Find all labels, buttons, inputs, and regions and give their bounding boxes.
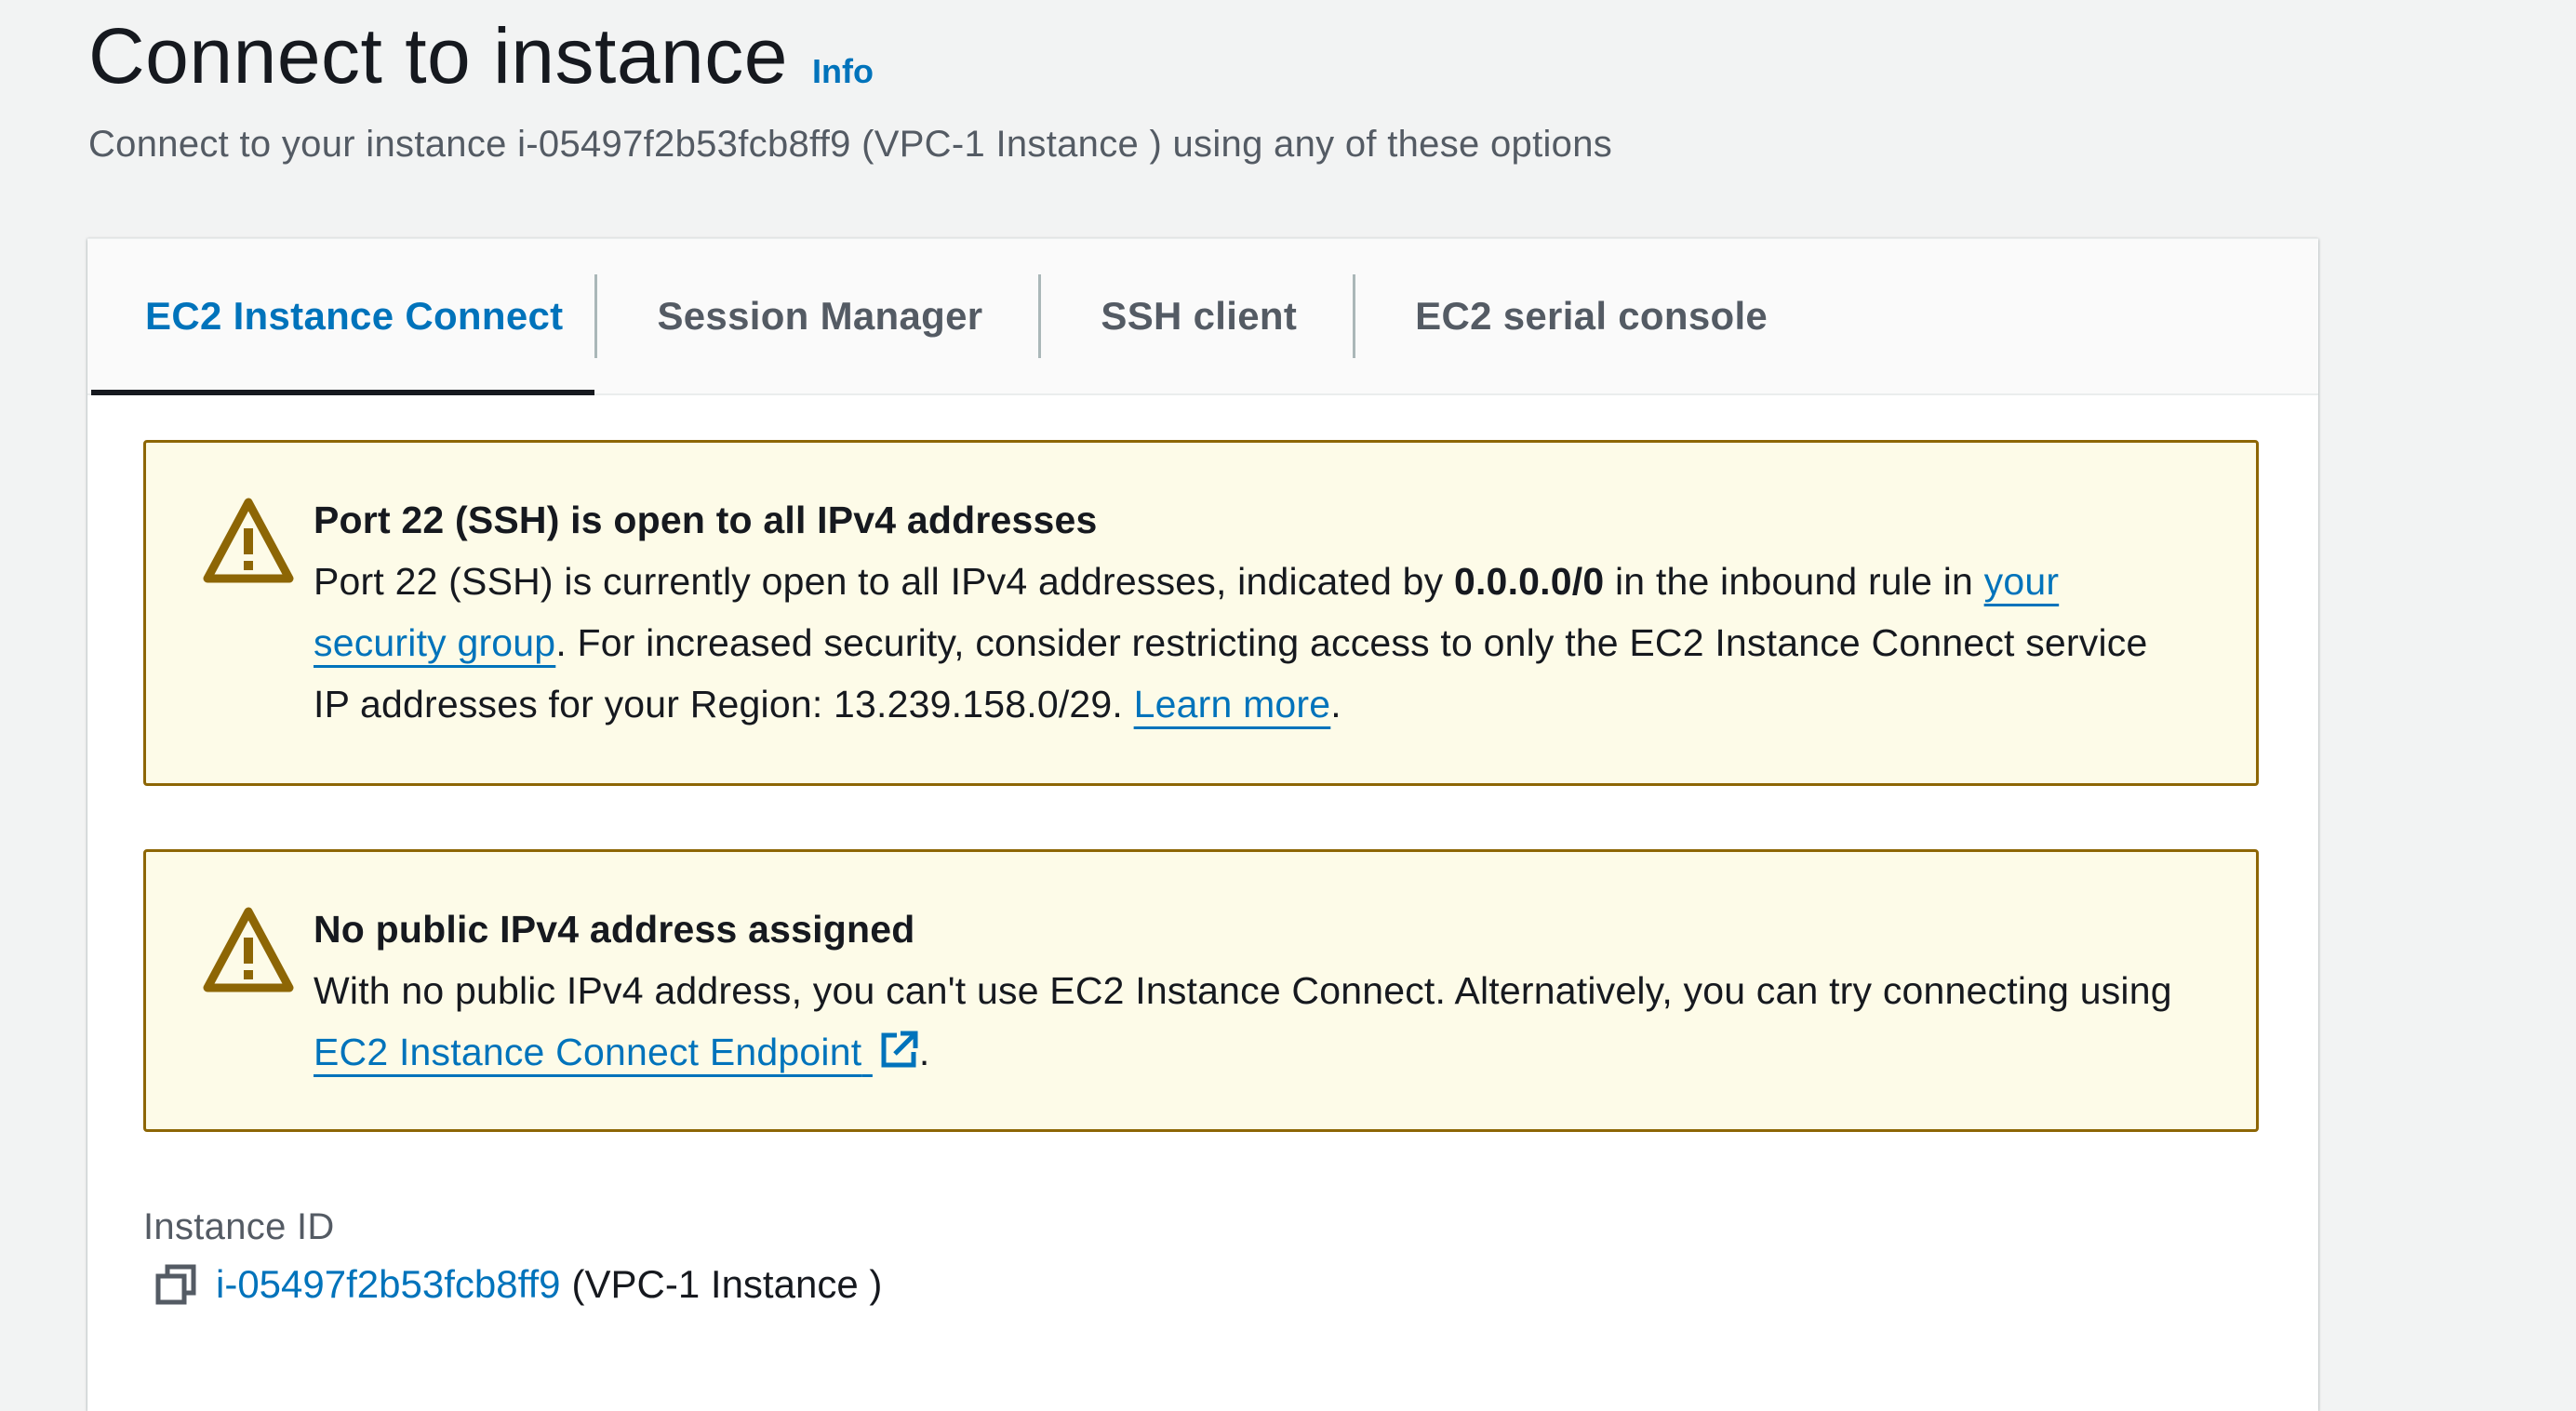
learn-more-link[interactable]: Learn more bbox=[1134, 683, 1331, 725]
connect-panel: EC2 Instance Connect Session Manager SSH… bbox=[87, 238, 2318, 1411]
tab-session-manager[interactable]: Session Manager bbox=[597, 239, 1038, 393]
title-row: Connect to instance Info bbox=[88, 9, 1612, 103]
ec2-instance-connect-endpoint-link[interactable]: EC2 Instance Connect Endpoint bbox=[314, 1031, 919, 1073]
alert-text: . bbox=[1330, 683, 1341, 725]
warning-icon bbox=[203, 498, 294, 583]
info-link[interactable]: Info bbox=[812, 52, 874, 91]
instance-id-label: Instance ID bbox=[143, 1206, 335, 1247]
warning-icon bbox=[203, 907, 294, 992]
copy-icon[interactable] bbox=[154, 1263, 197, 1306]
alert-content: No public IPv4 address assigned With no … bbox=[314, 899, 2182, 1083]
cidr-value: 0.0.0.0/0 bbox=[1453, 560, 1605, 603]
external-link-icon bbox=[881, 1031, 918, 1068]
alert-message: Port 22 (SSH) is currently open to all I… bbox=[314, 551, 2182, 735]
alert-title: No public IPv4 address assigned bbox=[314, 908, 915, 951]
tab-ssh-client[interactable]: SSH client bbox=[1041, 239, 1353, 393]
alert-text: . bbox=[918, 1031, 930, 1073]
tab-bar: EC2 Instance Connect Session Manager SSH… bbox=[87, 239, 2318, 395]
instance-name: (VPC-1 Instance ) bbox=[571, 1262, 883, 1306]
alert-message: With no public IPv4 address, you can't u… bbox=[314, 960, 2182, 1083]
page-subtitle: Connect to your instance i-05497f2b53fcb… bbox=[88, 123, 1613, 165]
no-public-ip-warning-alert: No public IPv4 address assigned With no … bbox=[143, 849, 2259, 1132]
instance-id-value: i-05497f2b53fcb8ff9 (VPC-1 Instance ) bbox=[154, 1262, 882, 1307]
alert-content: Port 22 (SSH) is open to all IPv4 addres… bbox=[314, 489, 2182, 735]
alert-text: Port 22 (SSH) is currently open to all I… bbox=[314, 560, 1454, 603]
page-title: Connect to instance bbox=[88, 12, 788, 100]
instance-id-link[interactable]: i-05497f2b53fcb8ff9 bbox=[216, 1262, 561, 1307]
endpoint-link-label: EC2 Instance Connect Endpoint bbox=[314, 1031, 862, 1073]
alert-text: in the inbound rule in bbox=[1604, 560, 1984, 603]
ssh-open-warning-alert: Port 22 (SSH) is open to all IPv4 addres… bbox=[143, 440, 2259, 786]
alert-title: Port 22 (SSH) is open to all IPv4 addres… bbox=[314, 499, 1098, 541]
tab-ec2-instance-connect[interactable]: EC2 Instance Connect bbox=[87, 239, 595, 395]
alert-text: With no public IPv4 address, you can't u… bbox=[314, 969, 2172, 1012]
tab-ec2-serial-console[interactable]: EC2 serial console bbox=[1355, 239, 1823, 393]
page-header: Connect to instance Info Connect to your… bbox=[88, 9, 1612, 166]
